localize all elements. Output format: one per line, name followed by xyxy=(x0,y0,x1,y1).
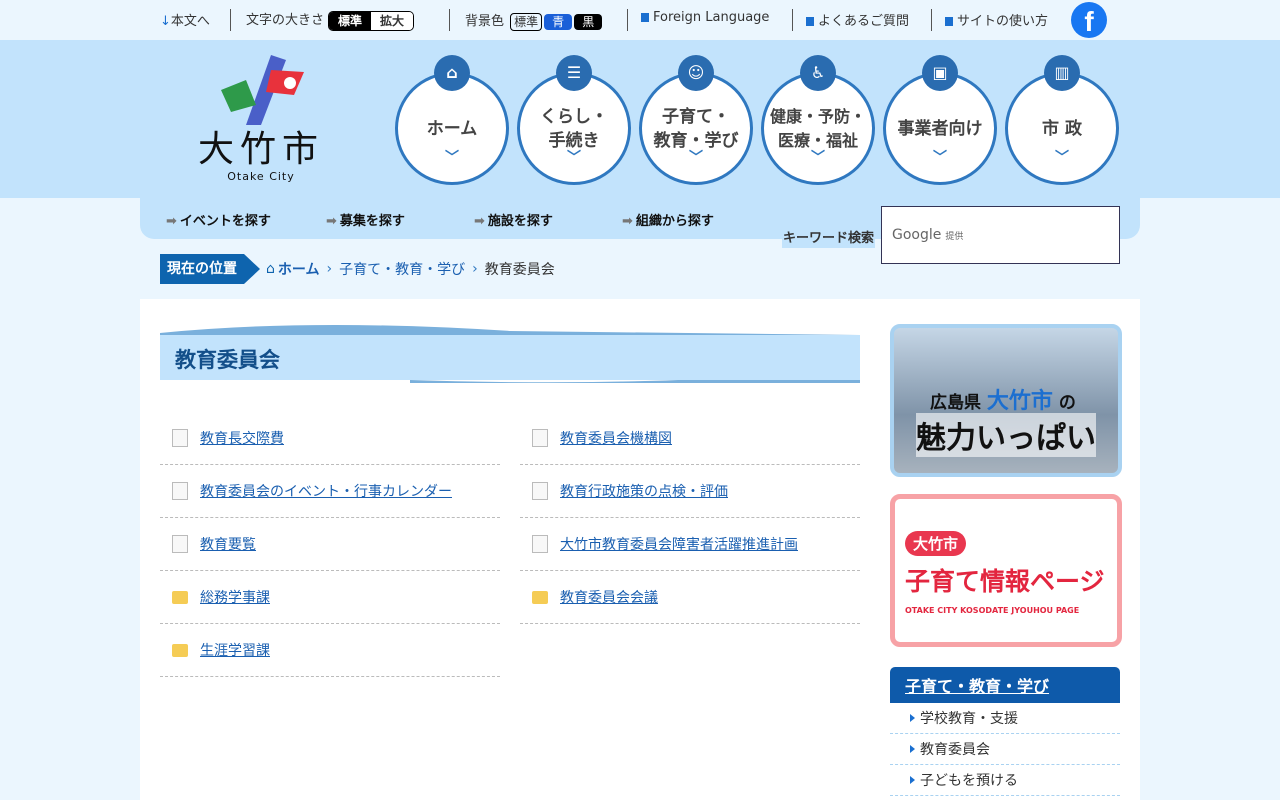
arrow-right-icon: ➡ xyxy=(166,214,177,229)
sidebar-heading[interactable]: 子育て・教育・学び xyxy=(890,667,1120,703)
nav-living[interactable]: ☰ くらし・ 手続き ﹀ xyxy=(517,55,631,185)
search-input[interactable]: Google 提供 xyxy=(881,206,1120,264)
page-icon xyxy=(532,535,548,553)
bullet-icon xyxy=(806,17,814,26)
chevron-down-icon: ﹀ xyxy=(1055,150,1069,166)
divider xyxy=(627,9,628,31)
chevron-down-icon: ﹀ xyxy=(933,150,947,166)
breadcrumb-current: 教育委員会 xyxy=(484,262,555,278)
document-icon: ☰ xyxy=(556,55,592,91)
main-content: 教育委員会 教育長交際費 教育委員会機構図 教育委員会のイベント・行事カレンダー… xyxy=(140,299,1140,800)
home-icon: ⌂ xyxy=(434,55,470,91)
chevron-right-icon: › xyxy=(326,261,333,277)
list-item[interactable]: 生涯学習課 xyxy=(160,624,500,677)
site-logo[interactable]: 大竹市 Otake City xyxy=(196,50,326,195)
font-large-button[interactable]: 拡大 xyxy=(371,11,414,30)
arrow-right-icon: ➡ xyxy=(326,214,337,229)
list-item[interactable]: 教育長交際費 xyxy=(160,412,500,465)
site-usage-link[interactable]: サイトの使い方 xyxy=(945,10,1048,29)
foreign-language-link[interactable]: Foreign Language xyxy=(641,10,769,25)
facebook-icon[interactable]: f xyxy=(1071,2,1107,38)
city-charm-banner[interactable]: 広島県 大竹市 の 魅力いっぱい xyxy=(890,324,1122,477)
wheelchair-icon: ♿ xyxy=(800,55,836,91)
nav-childcare-education[interactable]: ☺ 子育て・ 教育・学び ﹀ xyxy=(639,55,753,185)
arrow-down-icon: ↓ xyxy=(160,14,171,29)
chevron-down-icon: ﹀ xyxy=(445,150,459,166)
childcare-info-banner[interactable]: 大竹市 子育て情報ページ OTAKE CITY KOSODATE JYOUHOU… xyxy=(890,494,1122,647)
utility-bar: ↓本文へ 文字の大きさ 標準 拡大 背景色 標準青黒 Foreign Languag… xyxy=(0,0,1280,40)
list-item[interactable]: 大竹市教育委員会障害者活躍推進計画 xyxy=(520,518,860,571)
subnav-events[interactable]: ➡ イベントを探す xyxy=(166,210,271,229)
folder-icon xyxy=(172,643,188,657)
sidebar-menu: 子育て・教育・学び 学校教育・支援 教育委員会 子どもを預ける xyxy=(890,667,1120,796)
breadcrumb-home[interactable]: ホーム xyxy=(278,259,320,279)
divider xyxy=(792,9,793,31)
child-icon: ☺ xyxy=(678,55,714,91)
list-item[interactable]: 総務学事課 xyxy=(160,571,500,624)
nav-business[interactable]: ▣ 事業者向け ﹀ xyxy=(883,55,997,185)
faq-link[interactable]: よくあるご質問 xyxy=(806,10,909,29)
page-icon xyxy=(532,482,548,500)
bg-blue-button[interactable]: 青 xyxy=(544,13,573,30)
list-item[interactable]: 教育委員会のイベント・行事カレンダー xyxy=(160,465,500,518)
skip-to-content-link[interactable]: ↓本文へ xyxy=(160,10,210,29)
divider xyxy=(931,9,932,31)
breadcrumb: 現在の位置 ⌂ ホーム › 子育て・教育・学び › 教育委員会 xyxy=(160,254,555,284)
folder-icon xyxy=(172,590,188,604)
folder-icon xyxy=(532,590,548,604)
divider xyxy=(449,9,450,31)
page-title: 教育委員会 xyxy=(160,335,860,380)
breadcrumb-label: 現在の位置 xyxy=(160,254,260,284)
nav-health-welfare[interactable]: ♿ 健康・予防・ 医療・福祉 ﹀ xyxy=(761,55,875,185)
city-emblem-icon xyxy=(216,50,306,130)
briefcase-icon: ▣ xyxy=(922,55,958,91)
sidebar-item-board-of-education: 教育委員会 xyxy=(890,734,1120,765)
keyword-search-label: キーワード検索 xyxy=(782,225,876,248)
page-icon xyxy=(172,429,188,447)
chevron-down-icon: ﹀ xyxy=(689,150,703,166)
chevron-down-icon: ﹀ xyxy=(567,150,581,166)
chevron-down-icon: ﹀ xyxy=(811,150,825,166)
subnav-facilities[interactable]: ➡ 施設を探す xyxy=(474,210,553,229)
sidebar-item-school[interactable]: 学校教育・支援 xyxy=(890,703,1120,734)
nav-home[interactable]: ⌂ ホーム ﹀ xyxy=(395,55,509,185)
building-icon: ▥ xyxy=(1044,55,1080,91)
list-item[interactable]: 教育委員会機構図 xyxy=(520,412,860,465)
subnav-organizations[interactable]: ➡ 組織から探す xyxy=(622,210,714,229)
bullet-icon xyxy=(945,17,953,26)
font-standard-button[interactable]: 標準 xyxy=(329,11,372,30)
bullet-icon xyxy=(641,13,649,22)
arrow-right-icon: ➡ xyxy=(474,214,485,229)
bg-standard-button[interactable]: 標準 xyxy=(510,12,543,31)
page-title-block: 教育委員会 xyxy=(160,323,860,383)
arrow-right-icon: ➡ xyxy=(622,214,633,229)
page-icon xyxy=(532,429,548,447)
font-size-control: 文字の大きさ 標準 拡大 xyxy=(246,9,415,31)
bg-black-button[interactable]: 黒 xyxy=(574,13,603,30)
nav-city-admin[interactable]: ▥ 市 政 ﹀ xyxy=(1005,55,1119,185)
list-item[interactable]: 教育要覧 xyxy=(160,518,500,571)
divider xyxy=(230,9,231,31)
list-item[interactable]: 教育委員会会議 xyxy=(520,571,860,624)
chevron-right-icon: › xyxy=(472,261,478,277)
subnav-recruitment[interactable]: ➡ 募集を探す xyxy=(326,210,405,229)
page-icon xyxy=(172,482,188,500)
home-icon: ⌂ xyxy=(266,261,275,277)
sidebar-item-childcare[interactable]: 子どもを預ける xyxy=(890,765,1120,796)
list-item[interactable]: 教育行政施策の点検・評価 xyxy=(520,465,860,518)
page-icon xyxy=(172,535,188,553)
bg-color-control: 背景色 標準青黒 xyxy=(465,10,603,31)
breadcrumb-childcare[interactable]: 子育て・教育・学び xyxy=(339,259,465,279)
